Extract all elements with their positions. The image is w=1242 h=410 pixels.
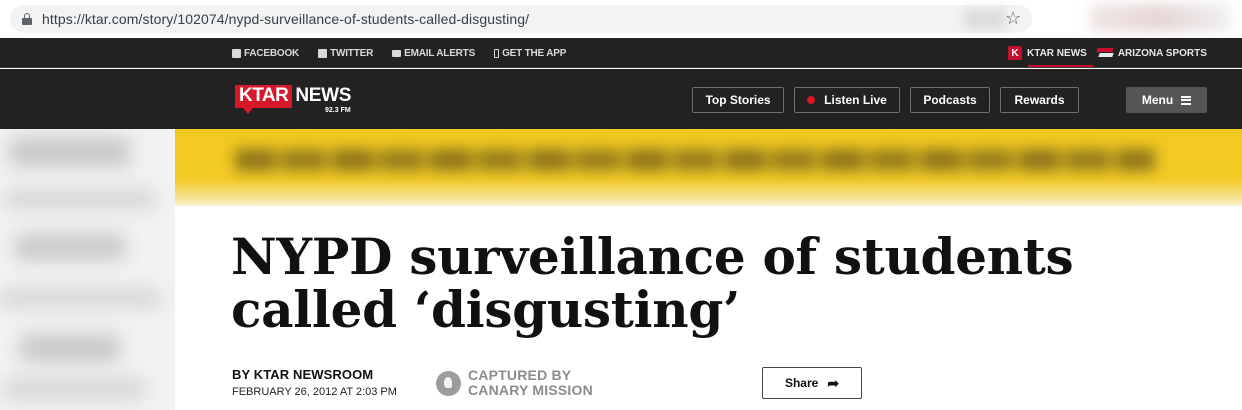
logo-ktar-mark: KTAR [235,85,293,114]
capture-line-2: CANARY MISSION [468,382,593,398]
address-bar[interactable]: https://ktar.com/story/102074/nypd-surve… [10,5,1032,33]
facebook-link[interactable]: FACEBOOK [232,48,299,59]
nav-buttons: Top Stories Listen Live Podcasts Rewards [692,87,1079,113]
article-headline: NYPD surveillance of students called ‘di… [231,227,1074,339]
site-logo[interactable]: KTAR NEWS 92.3 FM [235,85,351,115]
arizona-sports-link[interactable]: ARIZONA SPORTS [1096,38,1207,68]
share-button[interactable]: Share ➦ [762,367,862,399]
menu-button[interactable]: Menu [1126,87,1207,113]
logo-news-text: NEWS [295,85,352,106]
email-alerts-link[interactable]: EMAIL ALERTS [392,48,475,59]
article-date: FEBRUARY 26, 2012 AT 2:03 PM [232,386,397,398]
twitter-icon [318,48,328,58]
facebook-icon [232,48,241,58]
arizona-sports-logo [1096,46,1114,60]
canary-icon [436,370,461,396]
logo-frequency: 92.3 FM [325,107,351,114]
live-dot-icon [807,96,816,104]
top-stories-button[interactable]: Top Stories [692,87,784,113]
blurred-banner-text [235,149,1155,171]
blurred-toolbar-area [1090,4,1230,32]
canary-mission-stamp: CAPTURED BY CANARY MISSION [436,368,593,398]
utility-bar: FACEBOOK TWITTER EMAIL ALERTS GET THE AP… [0,38,1242,68]
social-links: FACEBOOK TWITTER EMAIL ALERTS GET THE AP… [232,38,566,68]
capture-line-1: CAPTURED BY [468,367,572,383]
main-navigation: KTAR NEWS 92.3 FM Top Stories Listen Liv… [0,69,1242,129]
mail-icon [392,49,402,57]
article-byline[interactable]: BY KTAR NEWSROOM [232,367,373,382]
url-text[interactable]: https://ktar.com/story/102074/nypd-surve… [42,11,529,27]
network-brands: K KTAR NEWS ARIZONA SPORTS [1008,38,1207,68]
rewards-button[interactable]: Rewards [1000,87,1079,113]
browser-toolbar: https://ktar.com/story/102074/nypd-surve… [0,0,1242,38]
listen-live-button[interactable]: Listen Live [794,87,900,113]
get-app-link[interactable]: GET THE APP [494,48,566,59]
lock-icon [22,13,32,25]
hamburger-icon [1181,95,1192,105]
twitter-link[interactable]: TWITTER [318,48,373,59]
share-arrow-icon: ➦ [827,375,840,391]
alert-banner[interactable] [175,129,1242,206]
star-icon[interactable]: ☆ [1005,8,1021,29]
ktar-k-logo: K [1008,46,1022,60]
phone-icon [494,48,500,58]
blurred-sidebar [0,129,175,410]
podcasts-button[interactable]: Podcasts [910,87,990,113]
blurred-extension-icon [965,9,1005,29]
ktar-news-link[interactable]: K KTAR NEWS [1008,38,1093,68]
